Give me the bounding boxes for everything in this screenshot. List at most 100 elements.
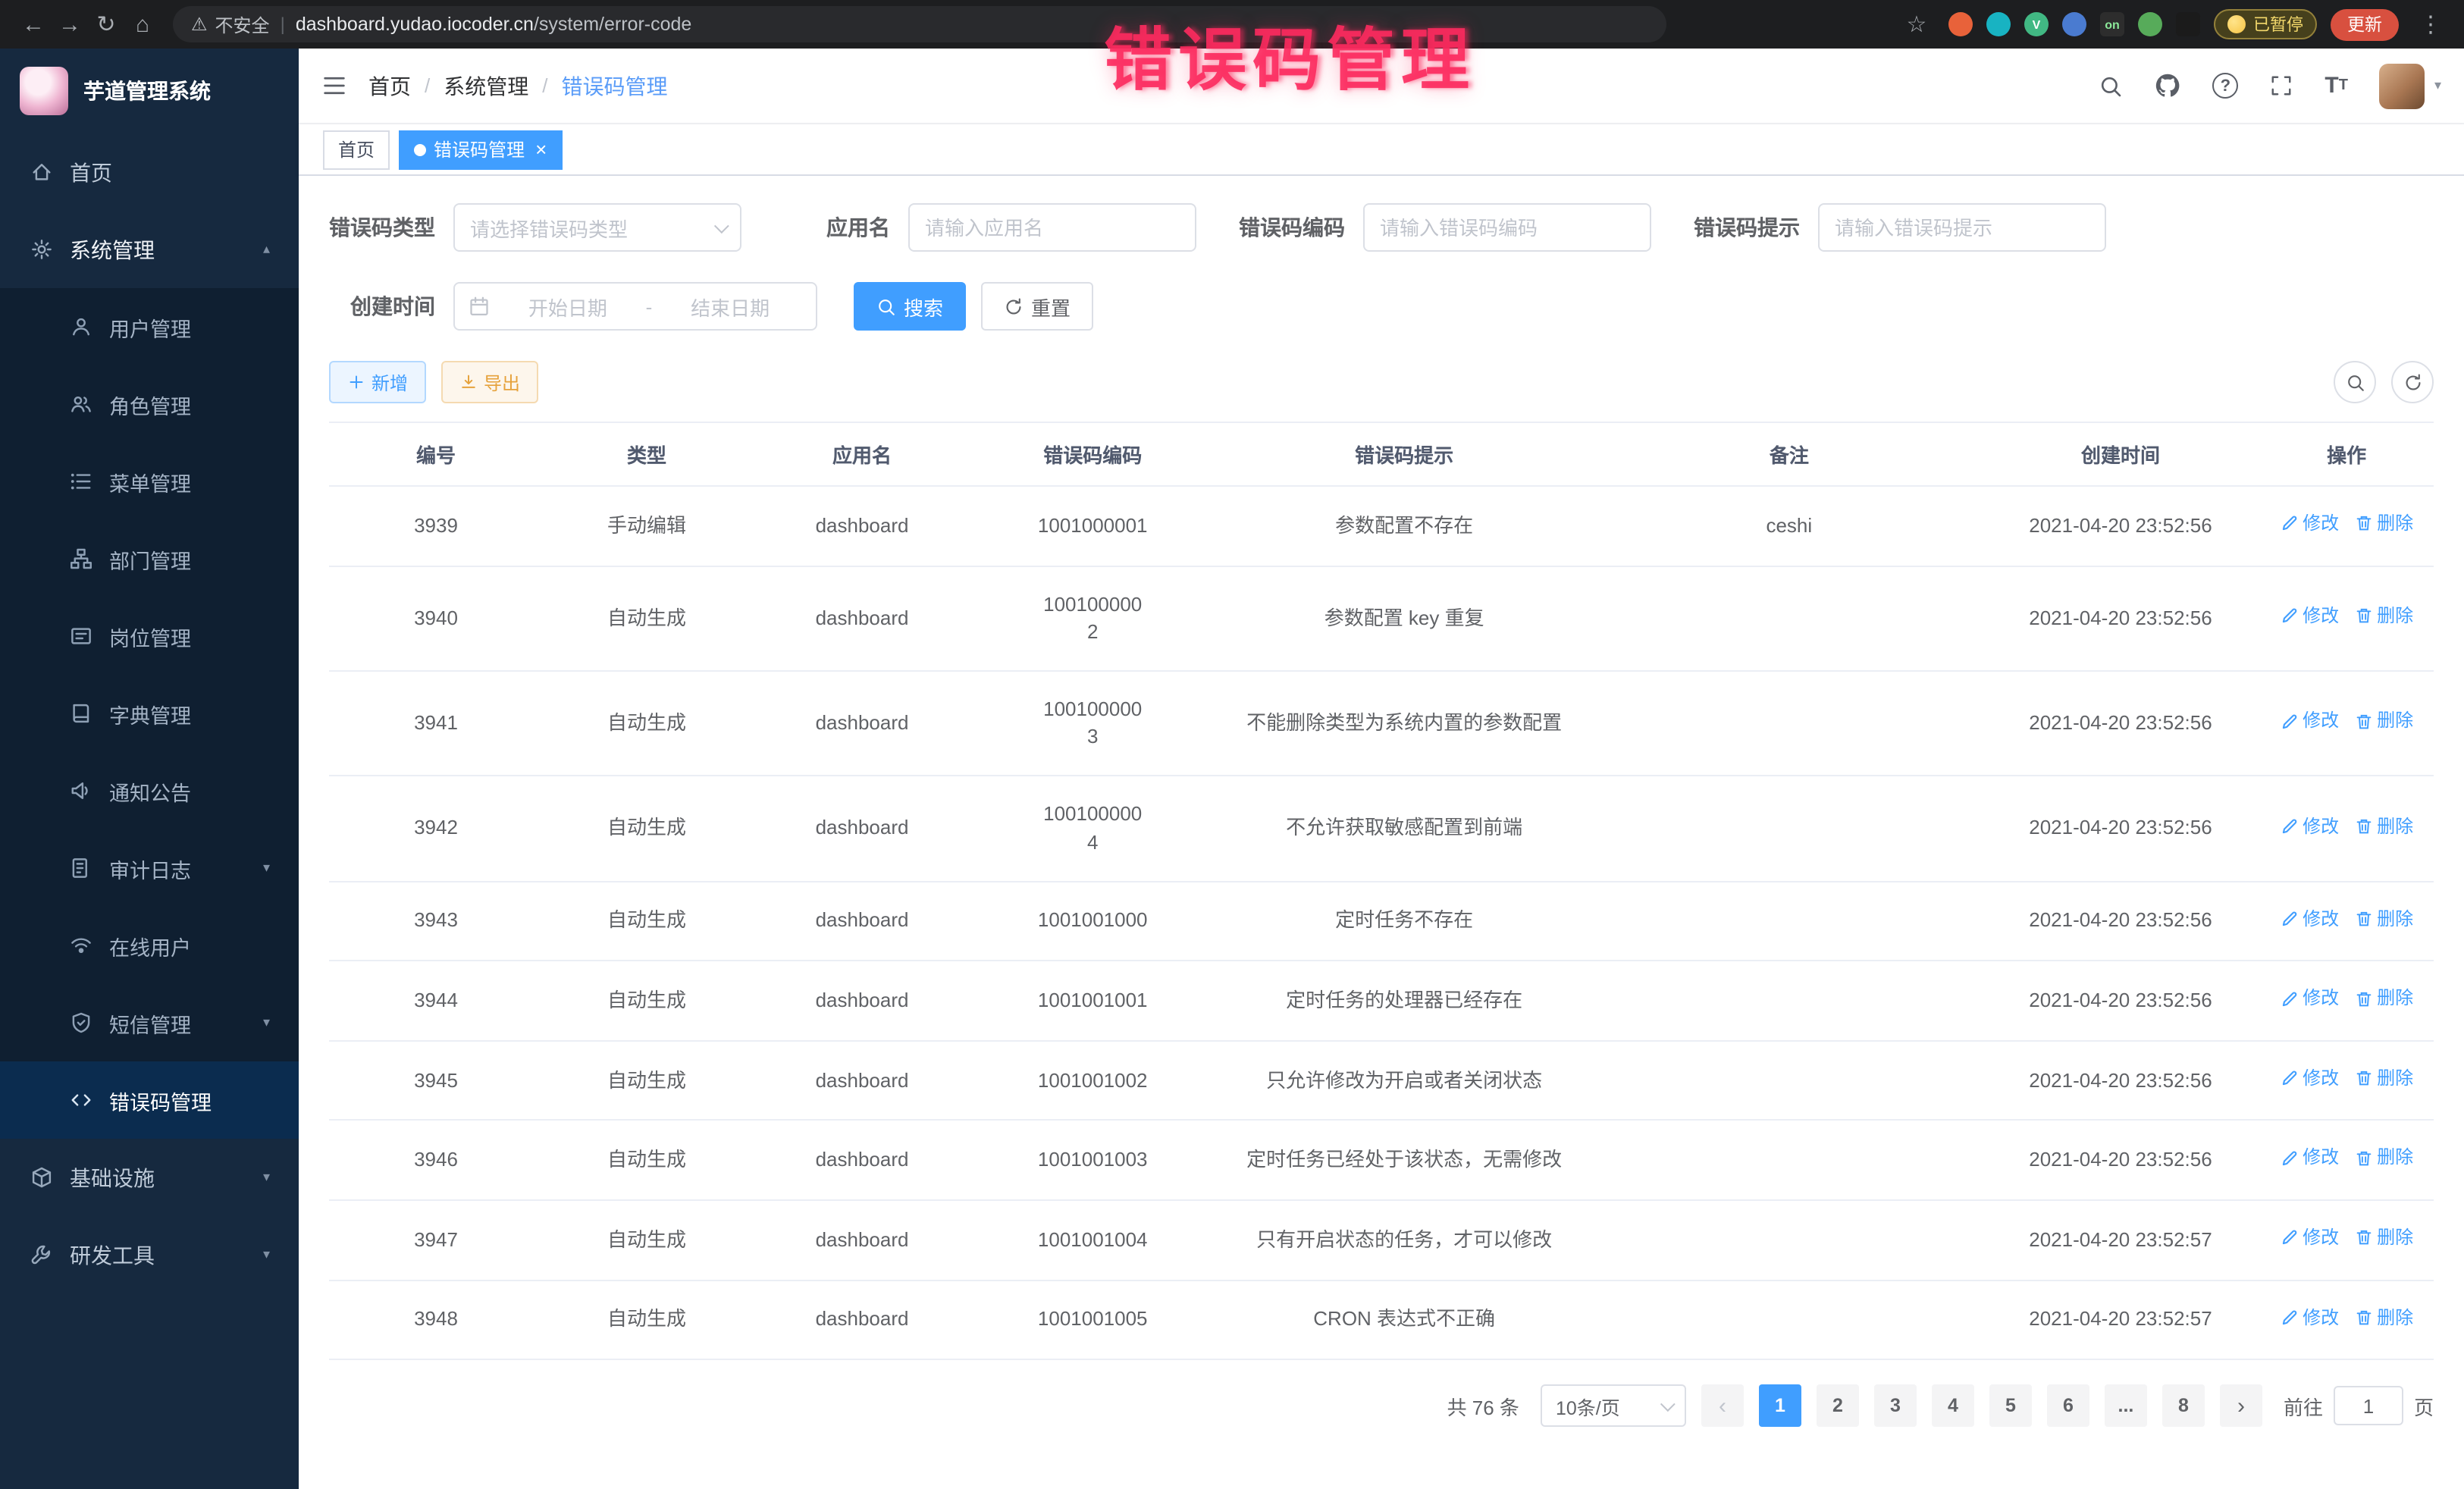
edit-link[interactable]: 修改 bbox=[2280, 1146, 2339, 1171]
refresh-button[interactable] bbox=[2391, 361, 2434, 403]
page-button-2[interactable]: 2 bbox=[1817, 1384, 1859, 1427]
font-size-icon[interactable]: TT bbox=[2324, 74, 2348, 97]
extension-icon[interactable]: V bbox=[2024, 12, 2049, 36]
next-page-button[interactable]: › bbox=[2220, 1384, 2262, 1427]
sidebar-item-system[interactable]: 系统管理▴ bbox=[0, 211, 299, 288]
home-icon[interactable]: ⌂ bbox=[124, 6, 161, 42]
paused-badge[interactable]: 已暂停 bbox=[2214, 9, 2317, 39]
edit-link[interactable]: 修改 bbox=[2280, 1225, 2339, 1251]
delete-link[interactable]: 删除 bbox=[2354, 603, 2413, 629]
sidebar-item-dept[interactable]: 部门管理 bbox=[0, 520, 299, 597]
page-button-5[interactable]: 5 bbox=[1989, 1384, 2032, 1427]
sidebar-item-sms[interactable]: 短信管理▾ bbox=[0, 984, 299, 1061]
delete-link[interactable]: 删除 bbox=[2354, 1305, 2413, 1331]
edit-link[interactable]: 修改 bbox=[2280, 709, 2339, 735]
toggle-search-button[interactable] bbox=[2334, 361, 2376, 403]
sidebar-item-post[interactable]: 岗位管理 bbox=[0, 597, 299, 675]
sidebar-submenu: 用户管理角色管理菜单管理部门管理岗位管理字典管理通知公告审计日志▾在线用户短信管… bbox=[0, 288, 299, 1139]
edit-link[interactable]: 修改 bbox=[2280, 511, 2339, 537]
extension-icon[interactable]: on bbox=[2100, 12, 2124, 36]
github-icon[interactable] bbox=[2155, 73, 2180, 99]
delete-link[interactable]: 删除 bbox=[2354, 813, 2413, 839]
delete-link[interactable]: 删除 bbox=[2354, 1146, 2413, 1171]
app-name-input[interactable] bbox=[908, 203, 1196, 252]
edit-link[interactable]: 修改 bbox=[2280, 906, 2339, 932]
sidebar-item-infra[interactable]: 基础设施▾ bbox=[0, 1139, 299, 1216]
sidebar-item-notice[interactable]: 通知公告 bbox=[0, 752, 299, 829]
edit-link[interactable]: 修改 bbox=[2280, 603, 2339, 629]
export-button[interactable]: 导出 bbox=[441, 361, 538, 403]
start-date-placeholder: 开始日期 bbox=[496, 292, 640, 321]
delete-link[interactable]: 删除 bbox=[2354, 1066, 2413, 1092]
extension-icon[interactable] bbox=[2062, 12, 2086, 36]
tab-home[interactable]: 首页 bbox=[323, 130, 390, 169]
tab-error-code[interactable]: 错误码管理× bbox=[399, 130, 562, 169]
edit-link[interactable]: 修改 bbox=[2280, 986, 2339, 1012]
hamburger-icon[interactable] bbox=[321, 73, 347, 99]
error-hint-input[interactable] bbox=[1818, 203, 2106, 252]
page-button-6[interactable]: 6 bbox=[2047, 1384, 2089, 1427]
cell-app: dashboard bbox=[751, 1121, 973, 1200]
post-icon bbox=[68, 625, 92, 647]
tab-close-icon[interactable]: × bbox=[535, 139, 547, 159]
chevron-down-icon: ▾ bbox=[263, 1014, 270, 1031]
more-pages-button[interactable]: ... bbox=[2105, 1384, 2147, 1427]
add-button[interactable]: 新增 bbox=[329, 361, 426, 403]
breadcrumb-system[interactable]: 系统管理 bbox=[444, 71, 528, 101]
sidebar-item-menu[interactable]: 菜单管理 bbox=[0, 443, 299, 520]
fullscreen-icon[interactable] bbox=[2270, 74, 2293, 97]
page-button-4[interactable]: 4 bbox=[1932, 1384, 1974, 1427]
help-icon[interactable]: ? bbox=[2212, 73, 2238, 99]
sidebar-item-dict[interactable]: 字典管理 bbox=[0, 675, 299, 752]
sidebar-item-home[interactable]: 首页 bbox=[0, 133, 299, 211]
cell-app: dashboard bbox=[751, 881, 973, 961]
sidebar-item-devtool[interactable]: 研发工具▾ bbox=[0, 1216, 299, 1293]
delete-link[interactable]: 删除 bbox=[2354, 709, 2413, 735]
delete-link[interactable]: 删除 bbox=[2354, 906, 2413, 932]
cell-hint: 参数配置 key 重复 bbox=[1212, 566, 1597, 671]
extension-icon[interactable] bbox=[1948, 12, 1973, 36]
reset-button[interactable]: 重置 bbox=[981, 282, 1093, 331]
extension-icon[interactable] bbox=[1986, 12, 2011, 36]
page-size-select[interactable]: 10条/页 bbox=[1541, 1384, 1686, 1427]
cell-remark bbox=[1597, 961, 1982, 1041]
sidebar-item-role[interactable]: 角色管理 bbox=[0, 365, 299, 443]
cell-time: 2021-04-20 23:52:56 bbox=[1982, 881, 2260, 961]
search-button[interactable]: 搜索 bbox=[854, 282, 966, 331]
back-icon[interactable]: ← bbox=[15, 6, 52, 42]
reload-icon[interactable]: ↻ bbox=[88, 6, 124, 42]
bookmark-star-icon[interactable]: ☆ bbox=[1898, 6, 1935, 42]
page-button-3[interactable]: 3 bbox=[1874, 1384, 1917, 1427]
sidebar-item-user[interactable]: 用户管理 bbox=[0, 288, 299, 365]
goto-page-input[interactable] bbox=[2334, 1386, 2403, 1425]
page-button-1[interactable]: 1 bbox=[1759, 1384, 1801, 1427]
forward-icon[interactable]: → bbox=[52, 6, 88, 42]
table-row: 3947自动生成dashboard1001001004只有开启状态的任务，才可以… bbox=[329, 1200, 2434, 1280]
sidebar-item-error-code[interactable]: 错误码管理 bbox=[0, 1061, 299, 1139]
edit-link[interactable]: 修改 bbox=[2280, 1305, 2339, 1331]
page-button-8[interactable]: 8 bbox=[2162, 1384, 2205, 1427]
prev-page-button[interactable]: ‹ bbox=[1701, 1384, 1744, 1427]
delete-link[interactable]: 删除 bbox=[2354, 1225, 2413, 1251]
sidebar-item-online-user[interactable]: 在线用户 bbox=[0, 907, 299, 984]
date-range-picker[interactable]: 开始日期 - 结束日期 bbox=[453, 282, 817, 331]
app-logo[interactable]: 芋道管理系统 bbox=[0, 49, 299, 133]
more-menu-icon[interactable]: ⋮ bbox=[2412, 6, 2449, 42]
security-warning[interactable]: ⚠ 不安全 bbox=[191, 11, 270, 37]
sidebar-item-audit-log[interactable]: 审计日志▾ bbox=[0, 829, 299, 907]
user-avatar[interactable] bbox=[2380, 63, 2425, 108]
delete-link[interactable]: 删除 bbox=[2354, 986, 2413, 1012]
error-code-input[interactable] bbox=[1363, 203, 1651, 252]
cell-code: 1001001003 bbox=[973, 1121, 1212, 1200]
address-bar[interactable]: ⚠ 不安全 | dashboard.yudao.iocoder.cn/syste… bbox=[173, 6, 1666, 42]
delete-link[interactable]: 删除 bbox=[2354, 511, 2413, 537]
error-type-select[interactable]: 请选择错误码类型 bbox=[453, 203, 741, 252]
extension-icon[interactable] bbox=[2138, 12, 2162, 36]
extension-icon[interactable] bbox=[2176, 12, 2200, 36]
update-button[interactable]: 更新 bbox=[2331, 8, 2399, 40]
search-icon[interactable] bbox=[2099, 74, 2123, 98]
edit-link[interactable]: 修改 bbox=[2280, 813, 2339, 839]
cell-remark: ceshi bbox=[1597, 486, 1982, 566]
edit-link[interactable]: 修改 bbox=[2280, 1066, 2339, 1092]
breadcrumb-home[interactable]: 首页 bbox=[368, 71, 411, 101]
